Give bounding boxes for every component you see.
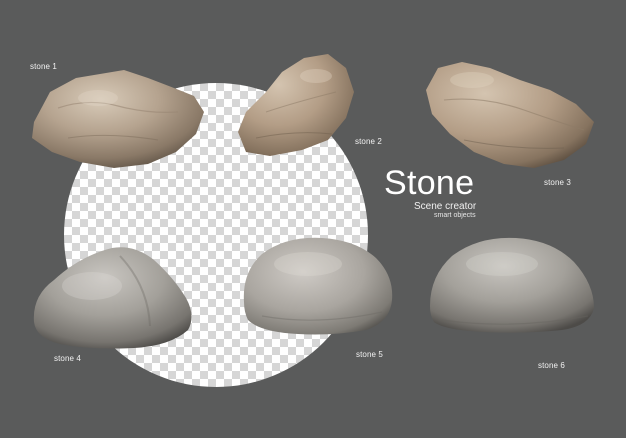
stone-5-image (242, 236, 394, 336)
subtitle: Scene creator (414, 201, 477, 212)
title-block: Stone Scene creator smart objects (384, 164, 496, 219)
stone-6-label: stone 6 (538, 361, 565, 370)
stone-5-label: stone 5 (356, 350, 383, 359)
main-title: Stone (384, 164, 475, 202)
stone-3-label: stone 3 (544, 178, 571, 187)
stone-1-label: stone 1 (30, 62, 57, 71)
tagline: smart objects (434, 212, 476, 219)
stone-2-image (236, 52, 356, 158)
canvas: stone 1 stone 2 stone 3 stone 4 stone 5 … (0, 0, 626, 438)
stone-3-image (424, 60, 596, 170)
stone-6-image (428, 236, 596, 334)
stone-4-image (30, 246, 194, 350)
stone-2-label: stone 2 (355, 137, 382, 146)
stone-1-image (28, 68, 206, 170)
stone-4-label: stone 4 (54, 354, 81, 363)
